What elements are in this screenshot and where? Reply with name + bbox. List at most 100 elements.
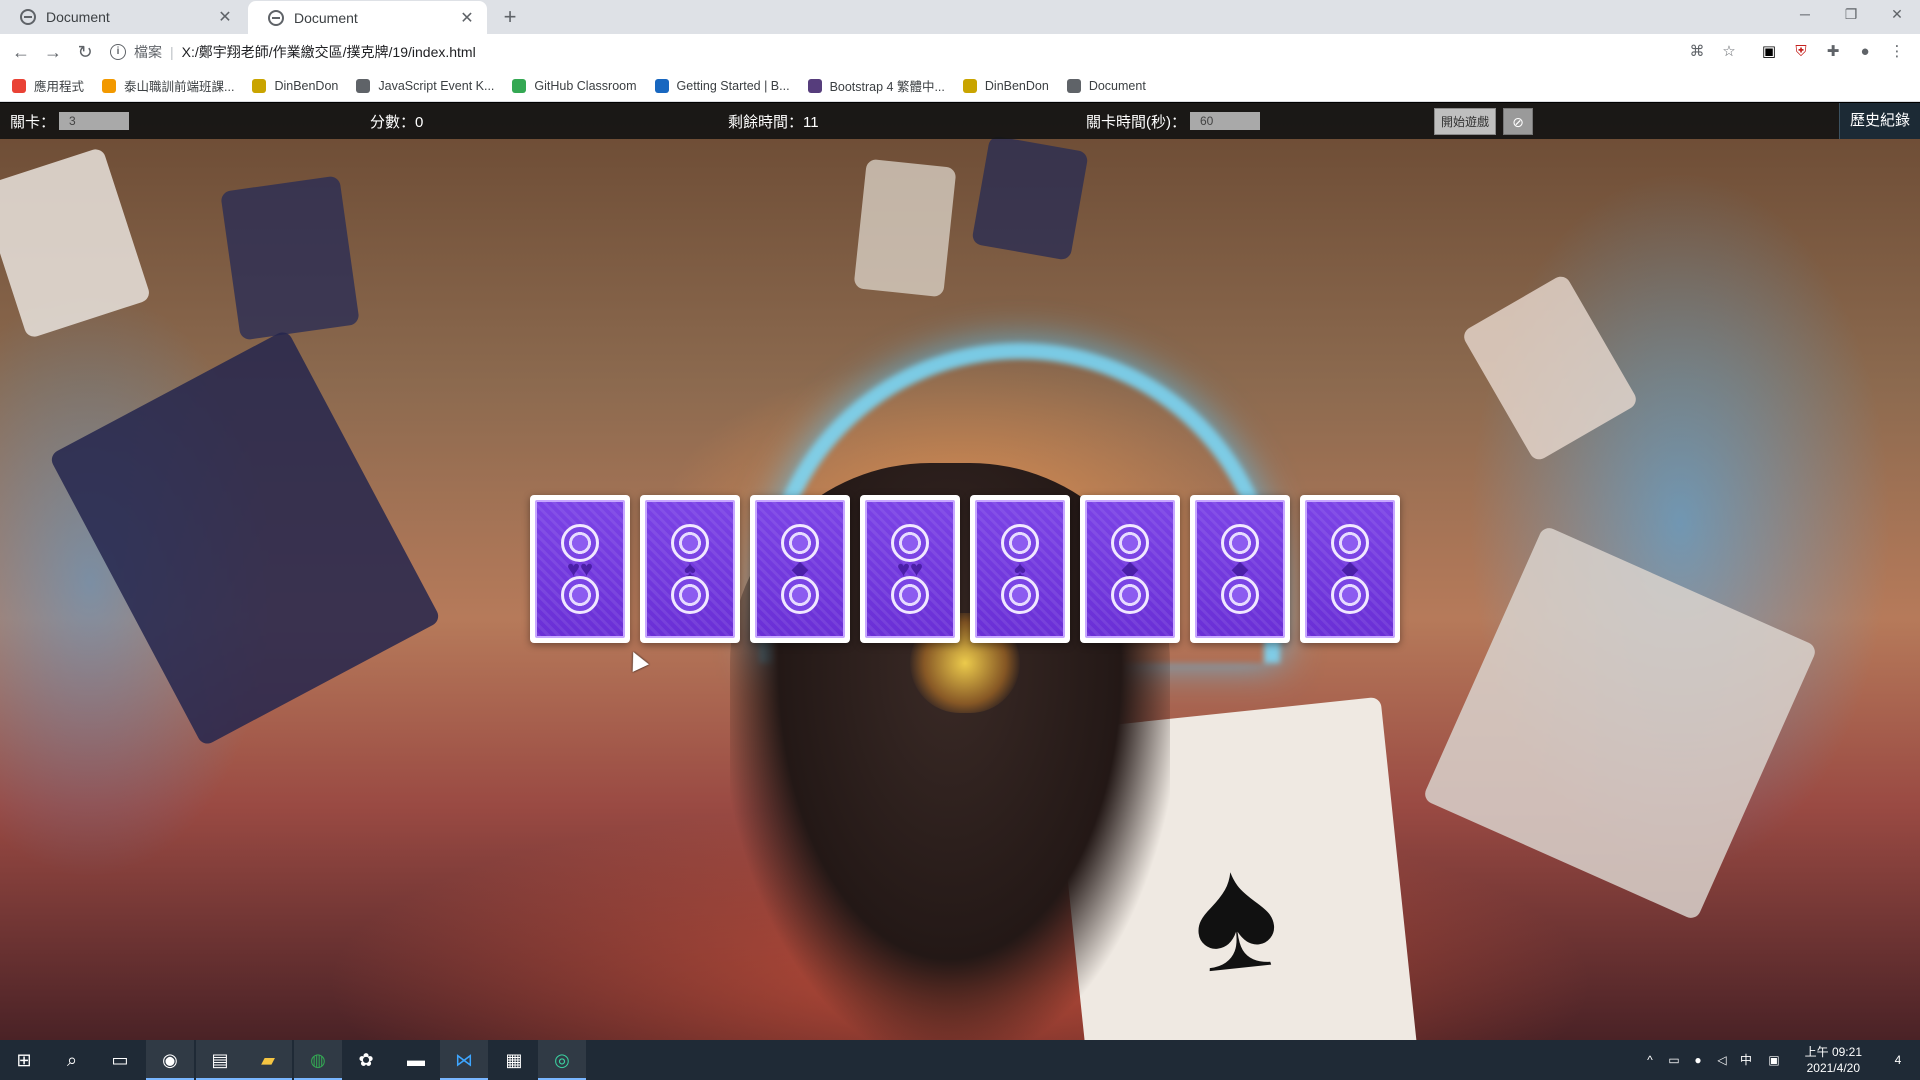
playing-card-back[interactable]: ♥♥ bbox=[530, 495, 630, 643]
bootstrap-icon bbox=[807, 78, 822, 93]
bookmark-label: Document bbox=[1088, 78, 1146, 93]
keyboard-layout-icon[interactable]: ▣ bbox=[1764, 1040, 1784, 1080]
bookmark-item[interactable]: Bootstrap 4 繁體中... bbox=[807, 76, 945, 95]
level-time-label: 關卡時間(秒)： bbox=[1086, 113, 1186, 131]
close-window-button[interactable]: ✕ bbox=[1874, 0, 1920, 30]
clock-time: 上午 09:21 bbox=[1804, 1045, 1862, 1059]
card-back-pattern: ♠ bbox=[645, 500, 735, 638]
background-card bbox=[220, 175, 360, 341]
notification-center-icon[interactable]: 4 bbox=[1878, 1040, 1918, 1080]
file-manager-app-icon[interactable]: ▤ bbox=[196, 1040, 244, 1080]
notification-count: 4 bbox=[1894, 1053, 1902, 1067]
task-view-icon[interactable]: ▭ bbox=[96, 1040, 144, 1080]
card-back-pattern: ◆ bbox=[1085, 500, 1175, 638]
bookmark-item[interactable]: DinBenDon bbox=[252, 78, 339, 93]
playing-card-back[interactable]: ◆ bbox=[1190, 495, 1290, 643]
chrome-icon[interactable]: ◍ bbox=[294, 1040, 342, 1080]
bookmark-label: 泰山職訓前端班課... bbox=[124, 80, 235, 94]
extensions-puzzle-icon[interactable]: ✚ bbox=[1824, 43, 1842, 61]
obs-app-icon[interactable]: ◉ bbox=[146, 1040, 194, 1080]
tab-close-icon[interactable]: ✕ bbox=[459, 8, 475, 28]
bookmark-item[interactable]: JavaScript Event K... bbox=[356, 78, 494, 93]
bookmark-item[interactable]: DinBenDon bbox=[962, 78, 1049, 93]
forward-arrow-icon[interactable]: → bbox=[40, 39, 66, 65]
windows-start-icon[interactable]: ⊞ bbox=[0, 1040, 48, 1080]
card-emblem-icon bbox=[891, 576, 929, 614]
reload-icon[interactable]: ↻ bbox=[72, 39, 98, 65]
score-text: 分數：0 bbox=[370, 113, 424, 131]
profile-avatar-icon[interactable]: ● bbox=[1856, 43, 1874, 61]
vuetify-icon bbox=[654, 78, 669, 93]
card-emblem-icon bbox=[1221, 576, 1259, 614]
bookmark-item[interactable]: 泰山職訓前端班課... bbox=[102, 76, 234, 95]
search-icon[interactable]: ⌕ bbox=[48, 1040, 96, 1080]
bookmark-label: DinBenDon bbox=[274, 78, 339, 93]
card-emblem-icon bbox=[1331, 576, 1369, 614]
extension-icon[interactable]: ▣ bbox=[1760, 43, 1778, 61]
level-input[interactable]: 3 bbox=[59, 112, 130, 130]
bookmark-item[interactable]: Getting Started | B... bbox=[654, 78, 790, 93]
ime-indicator[interactable]: 中 bbox=[1736, 1040, 1756, 1080]
network-icon[interactable]: ▭ bbox=[1664, 1040, 1684, 1080]
history-button[interactable]: 歷史紀錄 bbox=[1838, 103, 1920, 139]
globe-icon bbox=[1066, 78, 1081, 93]
playing-card-back[interactable]: ◆ bbox=[750, 495, 850, 643]
menu-kebab-icon[interactable]: ⋮ bbox=[1888, 43, 1906, 61]
level-label: 關卡： bbox=[10, 113, 56, 131]
tray-chevron-up-icon[interactable]: ^ bbox=[1640, 1040, 1660, 1080]
browser-tab-1[interactable]: Document ✕ bbox=[0, 0, 245, 34]
globe-icon bbox=[268, 9, 284, 26]
card-emblem-icon bbox=[671, 576, 709, 614]
bookmarks-bar: 應用程式 泰山職訓前端班課... DinBenDon JavaScript Event… bbox=[0, 70, 1920, 102]
browser-tab-strip: Document ✕ Document ✕ + ─ ❐ ✕ bbox=[0, 0, 1920, 34]
restore-button[interactable]: ❐ bbox=[1828, 0, 1874, 30]
bookmark-label: Bootstrap 4 繁體中... bbox=[829, 80, 945, 94]
playing-card-back[interactable]: ♥♥ bbox=[860, 495, 960, 643]
microphone-icon[interactable]: ● bbox=[1688, 1040, 1708, 1080]
address-url[interactable]: X:/鄭宇翔老師/作業繳交區/撲克牌/19/index.html bbox=[182, 42, 476, 62]
playing-card-back[interactable]: ◆ bbox=[1300, 495, 1400, 643]
new-tab-button[interactable]: + bbox=[498, 4, 522, 30]
bookmark-label: DinBenDon bbox=[984, 78, 1049, 93]
info-icon[interactable]: i bbox=[110, 44, 126, 60]
calculator-icon[interactable]: ▦ bbox=[490, 1040, 538, 1080]
start-game-button[interactable]: 開始遊戲 bbox=[1434, 108, 1497, 135]
terminal-icon[interactable]: ▬ bbox=[392, 1040, 440, 1080]
background-card bbox=[1460, 273, 1640, 463]
tab-close-icon[interactable]: ✕ bbox=[217, 7, 233, 27]
bookmark-item[interactable]: GitHub Classroom bbox=[512, 78, 637, 93]
app-green-icon[interactable]: ◎ bbox=[538, 1040, 586, 1080]
level-field: 關卡： 3 bbox=[10, 103, 130, 139]
tab-title: Document bbox=[46, 9, 110, 25]
card-row: ♥♥ ♠ ◆ ♥♥ ♠ ◆ ◆ ◆ bbox=[530, 495, 1400, 643]
playing-card-back[interactable]: ♠ bbox=[640, 495, 740, 643]
ublock-shield-icon[interactable]: ⛨ bbox=[1792, 43, 1810, 61]
bookmark-star-icon[interactable]: ☆ bbox=[1720, 43, 1738, 61]
keyboard-icon bbox=[356, 78, 371, 93]
browser-tab-2-active[interactable]: Document ✕ bbox=[248, 1, 487, 34]
system-clock[interactable]: 上午 09:21 2021/4/20 bbox=[1805, 1044, 1862, 1076]
bookmark-item[interactable]: Document bbox=[1066, 78, 1146, 93]
level-time-input[interactable]: 60 bbox=[1190, 112, 1260, 130]
minimize-button[interactable]: ─ bbox=[1782, 0, 1828, 30]
pencil-icon bbox=[102, 78, 117, 93]
vscode-icon[interactable]: ⋈ bbox=[440, 1040, 488, 1080]
apps-grid-icon bbox=[12, 78, 26, 93]
app-icon[interactable]: ✿ bbox=[342, 1040, 390, 1080]
tab-title: Document bbox=[294, 9, 358, 26]
back-arrow-icon[interactable]: ← bbox=[8, 39, 34, 65]
card-back-pattern: ♠ bbox=[975, 500, 1065, 638]
hide-eye-icon[interactable]: ⊘ bbox=[1503, 108, 1533, 135]
playing-card-back[interactable]: ♠ bbox=[970, 495, 1070, 643]
volume-muted-icon[interactable]: ◁ bbox=[1712, 1040, 1732, 1080]
time-left-text: 剩餘時間：11 bbox=[728, 113, 819, 131]
file-explorer-icon[interactable]: ▰ bbox=[244, 1040, 292, 1080]
bookmark-item[interactable]: 應用程式 bbox=[12, 76, 84, 95]
bento-icon bbox=[252, 78, 267, 93]
card-back-pattern: ◆ bbox=[1195, 500, 1285, 638]
address-bar[interactable]: i 檔案 | X:/鄭宇翔老師/作業繳交區/撲克牌/19/index.html bbox=[110, 38, 1722, 66]
bookmark-label: 應用程式 bbox=[34, 80, 85, 94]
playing-card-back[interactable]: ◆ bbox=[1080, 495, 1180, 643]
translate-icon[interactable]: ⌘ bbox=[1688, 43, 1706, 61]
clock-date: 2021/4/20 bbox=[1806, 1061, 1860, 1075]
